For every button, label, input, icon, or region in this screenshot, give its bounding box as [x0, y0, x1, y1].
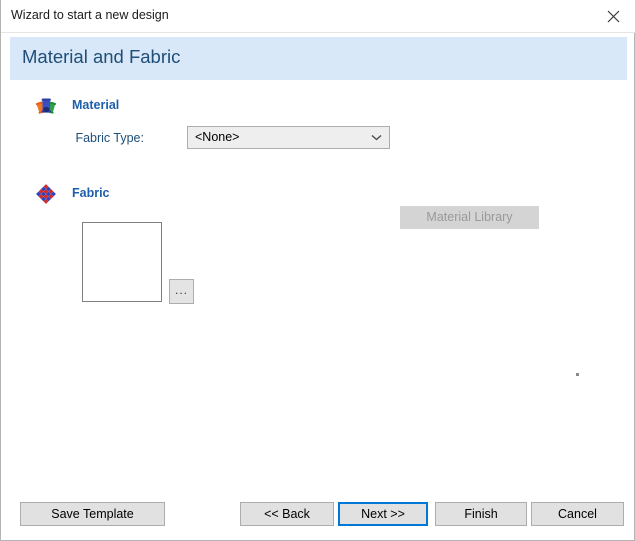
close-icon [607, 10, 620, 23]
dialog-footer: Save Template << Back Next >> Finish Can… [1, 490, 634, 539]
close-button[interactable] [591, 0, 635, 32]
page-title: Material and Fabric [22, 46, 181, 67]
stray-dot [576, 373, 579, 376]
finish-button[interactable]: Finish [435, 502, 527, 526]
section-label-material: Material [72, 98, 120, 112]
window-title: Wizard to start a new design [11, 8, 169, 22]
title-bar: Wizard to start a new design [1, 0, 635, 33]
next-button[interactable]: Next >> [338, 502, 428, 526]
material-library-button: Material Library [400, 206, 539, 229]
dialog-content: Material Fabric Type: <None> Material Li… [1, 80, 634, 490]
fabric-preview-box[interactable] [82, 222, 162, 302]
header-banner: Material and Fabric [10, 37, 627, 80]
weave-pattern-icon [35, 183, 57, 205]
wizard-dialog: Wizard to start a new design Material an… [0, 0, 635, 541]
cancel-button[interactable]: Cancel [531, 502, 624, 526]
fabric-browse-button[interactable]: ... [169, 279, 194, 304]
section-label-fabric: Fabric [72, 186, 110, 200]
back-button[interactable]: << Back [240, 502, 334, 526]
chevron-down-icon [371, 127, 382, 148]
fabric-type-dropdown[interactable]: <None> [187, 126, 390, 149]
save-template-button[interactable]: Save Template [20, 502, 165, 526]
spools-icon [35, 95, 57, 117]
fabric-type-value: <None> [195, 130, 240, 144]
fabric-type-label: Fabric Type: [75, 131, 144, 145]
